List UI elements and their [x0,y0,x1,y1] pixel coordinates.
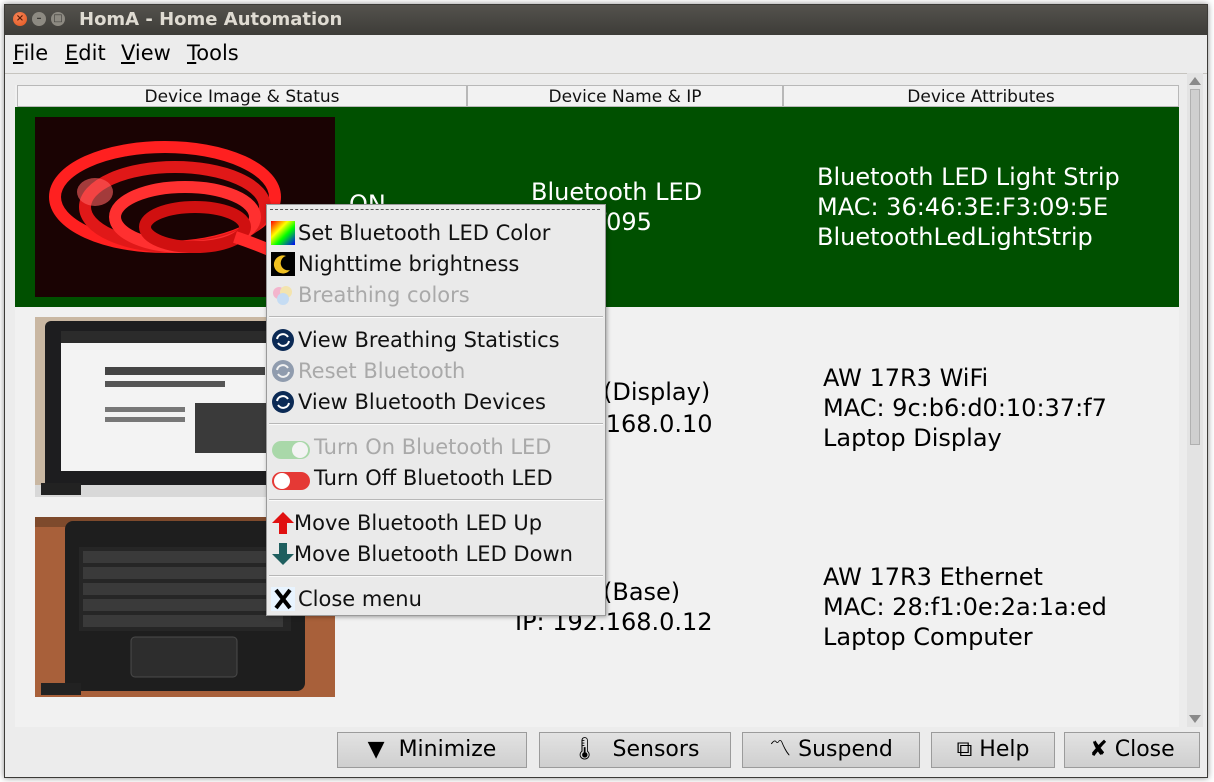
help-icon: ⧉ [956,737,973,762]
help-button[interactable]: ⧉ Help [931,732,1055,768]
scrollbar-thumb[interactable] [1190,89,1200,445]
vertical-scrollbar[interactable] [1187,73,1203,727]
device-attribute-line: Bluetooth LED Light Strip [817,163,1120,191]
device-attribute-line: Laptop Computer [823,623,1033,651]
menu-separator [269,575,603,577]
toggle-on-icon [271,438,311,462]
menu-item-breathing-colors[interactable]: Breathing colors [267,280,605,310]
close-button[interactable]: ✘ Close [1064,732,1200,768]
menu-item-nighttime[interactable]: Nighttime brightness [267,249,605,279]
minimize-button[interactable]: ▼ Minimize [337,732,527,768]
window-close-icon[interactable]: × [13,12,27,26]
menu-edit[interactable]: Edit [65,41,106,65]
tearoff-line[interactable] [270,209,600,210]
column-header-image-status[interactable]: Device Image & Status [17,85,467,107]
close-x-icon: ✘ [1089,737,1108,762]
button-bar: ▼ Minimize 🌡 Sensors 〽 Suspend ⧉ Help ✘ … [5,727,1207,777]
device-attribute-line: MAC: 28:f1:0e:2a:1a:ed [823,593,1107,621]
color-gradient-icon [271,221,295,245]
device-attribute-line: MAC: 9c:b6:d0:10:37:f7 [823,394,1107,422]
arrow-down-icon [271,542,295,566]
menu-tools[interactable]: Tools [187,41,239,65]
menu-bar: File Edit View Tools [5,35,1207,74]
suspend-icon: 〽 [769,737,792,762]
title-bar[interactable]: × – □ HomA - Home Automation [5,5,1207,35]
menu-item-move-down[interactable]: Move Bluetooth LED Down [267,539,605,569]
menu-separator [269,499,603,501]
device-name-line: (Base) [603,578,681,606]
device-attribute-line: AW 17R3 Ethernet [823,563,1043,591]
menu-view[interactable]: View [121,41,171,65]
device-attribute-line: Laptop Display [823,424,1002,452]
device-attribute-line: MAC: 36:46:3E:F3:09:5E [817,193,1109,221]
menu-item-set-color[interactable]: Set Bluetooth LED Color [267,218,605,248]
menu-separator [269,423,603,425]
scroll-down-icon[interactable] [1189,715,1201,723]
device-name-line: Bluetooth LED [531,178,703,206]
main-window: × – □ HomA - Home Automation File Edit V… [4,4,1208,778]
refresh-icon [271,328,295,352]
menu-item-move-up[interactable]: Move Bluetooth LED Up [267,508,605,538]
close-x-icon [271,587,295,611]
device-name-line: (Display) [603,378,711,406]
window-minimize-icon[interactable]: – [32,12,46,26]
suspend-button[interactable]: 〽 Suspend [742,732,920,768]
device-attribute-line: BluetoothLedLightStrip [817,223,1093,251]
column-header-name-ip[interactable]: Device Name & IP [467,85,783,107]
refresh-icon [271,359,295,383]
menu-item-view-stats[interactable]: View Breathing Statistics [267,325,605,355]
menu-item-reset-bluetooth[interactable]: Reset Bluetooth [267,356,605,386]
moon-icon [271,252,295,276]
thermometer-icon: 🌡 [570,737,599,762]
menu-item-view-devices[interactable]: View Bluetooth Devices [267,387,605,417]
window-title: HomA - Home Automation [79,9,343,30]
menu-item-close-menu[interactable]: Close menu [267,584,605,614]
sensors-button[interactable]: 🌡 Sensors [539,732,731,768]
device-attribute-line: AW 17R3 WiFi [823,364,989,392]
scroll-up-icon[interactable] [1189,77,1201,85]
arrow-up-icon [271,511,295,535]
minimize-icon: ▼ [367,737,385,762]
menu-file[interactable]: File [13,41,48,65]
breathing-colors-icon [271,283,295,307]
column-header-attributes[interactable]: Device Attributes [783,85,1179,107]
refresh-icon [271,390,295,414]
menu-item-turn-off[interactable]: Turn Off Bluetooth LED [267,463,605,493]
menu-separator [269,316,603,318]
window-maximize-icon[interactable]: □ [51,12,65,26]
menu-item-turn-on[interactable]: Turn On Bluetooth LED [267,432,605,462]
toggle-off-icon [271,469,311,493]
context-menu: Set Bluetooth LED Color Nighttime bright… [266,204,606,616]
